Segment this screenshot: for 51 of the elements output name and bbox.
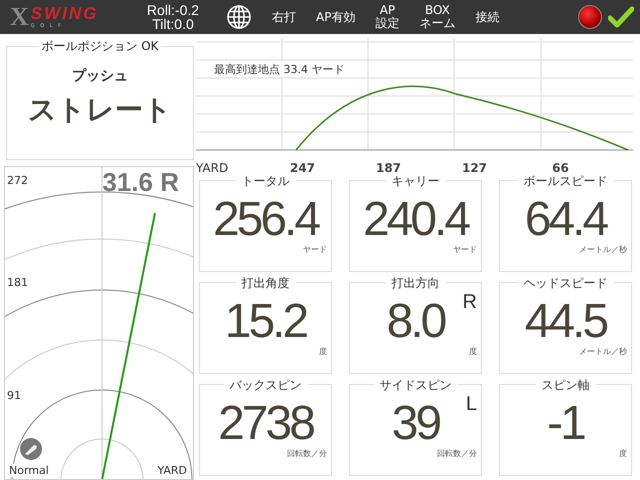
stat-title: 打出方向 <box>386 275 446 292</box>
stat-value: 240.4 <box>362 196 468 244</box>
stat-unit: ヤード <box>303 244 327 255</box>
distance-label: 91 <box>7 388 21 402</box>
axis-unit: YARD <box>196 161 230 175</box>
stat-unit: ヤード <box>453 244 477 255</box>
distance-tick: 127 <box>460 161 488 175</box>
stat-title: キャリー <box>386 173 446 190</box>
shot-direction: ストレート <box>28 92 172 128</box>
unit-label: YARD <box>157 464 187 477</box>
stat-title: サイドスピン <box>374 377 458 394</box>
logo-word: SWING <box>30 5 98 22</box>
stat-unit: 度 <box>619 448 627 459</box>
stat-unit: 度 <box>319 346 327 357</box>
stat-value: 15.2 <box>224 298 306 346</box>
stat-unit: メートル／秒 <box>579 244 627 255</box>
stat-unit: 度 <box>469 346 477 357</box>
stat-value: 39 <box>392 400 440 448</box>
tilt-reading: Tilt:0.0 <box>152 17 194 31</box>
stat-title: スピン軸 <box>536 377 596 394</box>
side-indicator: L <box>466 393 477 416</box>
distance-label: 181 <box>7 276 28 289</box>
side-indicator: R <box>462 291 477 314</box>
toolbar-button[interactable]: BOX ネーム <box>415 4 460 30</box>
stat-value: 2738 <box>218 400 313 448</box>
stat-value: 44.5 <box>524 298 606 346</box>
ball-flight-label: プッシュ <box>72 67 128 85</box>
toolbar-button[interactable]: 接続 <box>471 10 504 24</box>
club-label: Normal <box>9 464 49 477</box>
stat-value: -1 <box>547 400 584 448</box>
toolbar-button[interactable]: AP 設定 <box>371 4 404 30</box>
distance-tick: 247 <box>288 161 316 175</box>
stat-unit: メートル／秒 <box>579 346 627 357</box>
roll-reading: Roll:-0.2 <box>146 3 200 17</box>
stat-unit: 回転数／分 <box>287 448 327 459</box>
distance-label: 272 <box>7 174 28 187</box>
stat-title: バックスピン <box>224 377 308 394</box>
stat-value: 256.4 <box>212 196 318 244</box>
globe-icon[interactable] <box>226 4 252 30</box>
stat-value: 8.0 <box>386 298 444 346</box>
offline-distance: 31.6 R <box>102 166 179 198</box>
toolbar-button[interactable]: 右打 <box>268 10 300 24</box>
logo-letter: X <box>10 4 29 30</box>
stat-value: 64.4 <box>524 196 606 244</box>
stat-title: 打出角度 <box>236 275 296 292</box>
toolbar-button[interactable]: AP有効 <box>312 10 360 24</box>
apex-height: 最高到達地点 33.4 ヤード <box>214 62 344 77</box>
distance-tick: 66 <box>551 161 570 175</box>
distance-tick: 187 <box>374 161 402 175</box>
stat-title: トータル <box>236 173 296 190</box>
stat-unit: 回転数／分 <box>437 448 477 459</box>
